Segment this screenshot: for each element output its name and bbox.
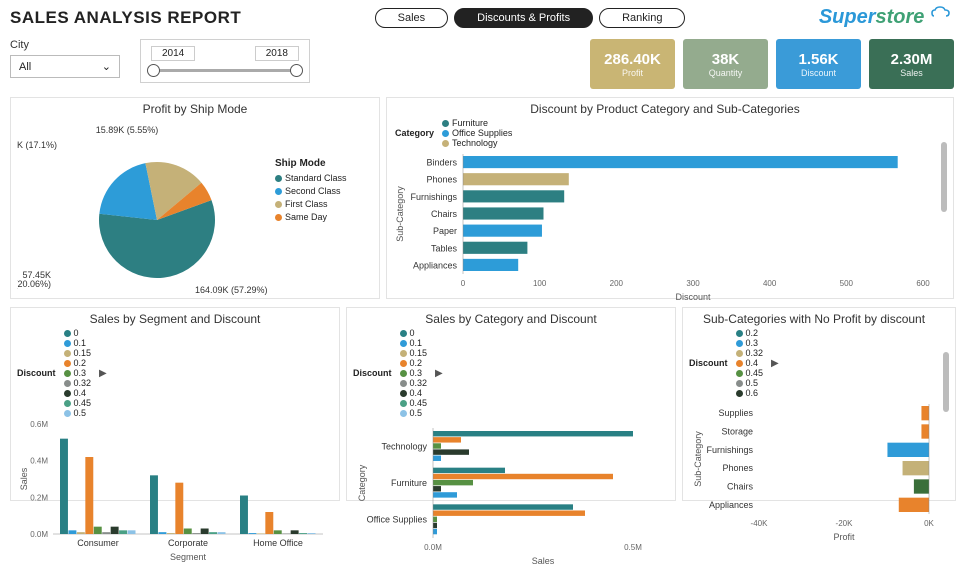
year-to: 2018 (255, 46, 299, 61)
no-profit-bar-chart[interactable]: Supplies Storage Furnishings Phones Chairs Ap… (689, 398, 939, 548)
svg-text:Sub-Category: Sub-Category (693, 431, 703, 487)
brand-logo: Superstore (819, 6, 954, 29)
svg-text:Furniture: Furniture (391, 478, 427, 488)
svg-text:Sub-Category: Sub-Category (395, 186, 405, 242)
chart-title: Sales by Segment and Discount (17, 312, 333, 326)
segment-bar-chart[interactable]: 0.0M 0.2M 0.4M 0.6M Consumer Corporate Home Of… (17, 418, 335, 568)
scrollbar[interactable] (941, 142, 947, 212)
city-dropdown[interactable]: All ⌄ (10, 55, 120, 78)
svg-text:164.09K (57.29%): 164.09K (57.29%) (195, 285, 267, 295)
card-discount-by-category: Discount by Product Category and Sub-Cat… (386, 97, 954, 299)
card-sales-by-segment: Sales by Segment and Discount Discount0 … (10, 307, 340, 501)
svg-text:300: 300 (686, 279, 700, 288)
cloud-icon (930, 6, 954, 20)
svg-text:100: 100 (533, 279, 547, 288)
svg-text:Corporate: Corporate (168, 538, 208, 548)
svg-text:200: 200 (610, 279, 624, 288)
svg-text:Sales: Sales (19, 467, 29, 490)
city-filter-label: City (10, 39, 120, 51)
svg-text:Binders: Binders (426, 158, 457, 168)
svg-text:-20K: -20K (836, 519, 854, 528)
svg-text:Paper: Paper (433, 226, 457, 236)
svg-text:0.0M: 0.0M (30, 530, 48, 539)
svg-text:15.89K (5.55%): 15.89K (5.55%) (96, 125, 159, 135)
year-slider[interactable]: 2014 2018 (140, 39, 310, 83)
legend-title: Ship Mode (275, 158, 347, 169)
svg-text:Home Office: Home Office (253, 538, 303, 548)
svg-text:Appliances: Appliances (413, 260, 458, 270)
svg-text:Discount: Discount (675, 292, 711, 302)
chart-title: Profit by Ship Mode (17, 102, 373, 116)
svg-text:0: 0 (461, 279, 466, 288)
svg-text:0.2M: 0.2M (30, 493, 48, 502)
year-from: 2014 (151, 46, 195, 61)
svg-text:Profit: Profit (833, 532, 855, 542)
tab-bar: Sales Discounts & Profits Ranking (375, 8, 686, 28)
svg-text:Phones: Phones (426, 175, 457, 185)
pie-legend: Standard ClassSecond ClassFirst ClassSam… (275, 173, 347, 222)
page-title: SALES ANALYSIS REPORT (10, 8, 241, 28)
svg-text:Supplies: Supplies (718, 408, 753, 418)
kpi-discount: 1.56KDiscount (776, 39, 861, 89)
svg-text:Chairs: Chairs (431, 209, 458, 219)
svg-text:Furnishings: Furnishings (706, 445, 753, 455)
svg-text:48.97K (17.1%): 48.97K (17.1%) (17, 140, 57, 150)
svg-text:(20.06%): (20.06%) (17, 279, 51, 289)
svg-text:Category: Category (357, 464, 367, 501)
svg-text:400: 400 (763, 279, 777, 288)
discount-bar-chart[interactable]: Binders Phones Furnishings Chairs Paper Table… (393, 152, 933, 312)
svg-text:Storage: Storage (721, 427, 753, 437)
legend-title: Category (395, 128, 434, 138)
svg-text:Consumer: Consumer (77, 538, 119, 548)
city-value: All (19, 61, 31, 73)
tab-discounts-profits[interactable]: Discounts & Profits (454, 8, 593, 28)
svg-text:Segment: Segment (170, 552, 207, 562)
scrollbar[interactable] (943, 352, 949, 412)
svg-text:-40K: -40K (751, 519, 769, 528)
chevron-down-icon: ⌄ (102, 60, 111, 73)
svg-text:0.0M: 0.0M (424, 543, 442, 552)
chart-title: Discount by Product Category and Sub-Cat… (393, 102, 937, 116)
card-sales-by-category: Sales by Category and Discount Discount0… (346, 307, 676, 501)
svg-text:0.5M: 0.5M (624, 543, 642, 552)
svg-text:Furnishings: Furnishings (410, 192, 457, 202)
tab-sales[interactable]: Sales (375, 8, 449, 28)
kpi-row: 286.40KProfit38KQuantity1.56KDiscount2.3… (590, 39, 954, 89)
city-filter: City All ⌄ (10, 39, 120, 78)
svg-text:Appliances: Appliances (709, 500, 754, 510)
chart-title: Sub-Categories with No Profit by discoun… (689, 312, 939, 326)
category-bar-chart[interactable]: Technology Furniture Office Supplies 0.0M 0.… (353, 418, 671, 568)
card-profit-by-ship-mode: Profit by Ship Mode 164.09K (57.29%)57.4… (10, 97, 380, 299)
svg-text:600: 600 (916, 279, 930, 288)
slider-knob-left[interactable] (147, 64, 160, 77)
svg-text:Office Supplies: Office Supplies (367, 515, 428, 525)
svg-text:Chairs: Chairs (727, 482, 754, 492)
svg-text:0.6M: 0.6M (30, 420, 48, 429)
kpi-quantity: 38KQuantity (683, 39, 768, 89)
kpi-sales: 2.30MSales (869, 39, 954, 89)
svg-text:0K: 0K (924, 519, 934, 528)
tab-ranking[interactable]: Ranking (599, 8, 685, 28)
svg-text:Phones: Phones (722, 463, 753, 473)
svg-text:0.4M: 0.4M (30, 457, 48, 466)
svg-text:Sales: Sales (532, 556, 555, 566)
chevron-right-icon[interactable]: ▶ (99, 368, 107, 379)
chevron-right-icon[interactable]: ▶ (771, 358, 779, 369)
slider-knob-right[interactable] (290, 64, 303, 77)
svg-text:500: 500 (840, 279, 854, 288)
svg-text:Technology: Technology (381, 441, 427, 451)
card-no-profit: Sub-Categories with No Profit by discoun… (682, 307, 956, 501)
pie-chart[interactable]: 164.09K (57.29%)57.45K(20.06%)48.97K (17… (17, 118, 267, 298)
chart-title: Sales by Category and Discount (353, 312, 669, 326)
kpi-profit: 286.40KProfit (590, 39, 675, 89)
chevron-right-icon[interactable]: ▶ (435, 368, 443, 379)
svg-text:Tables: Tables (431, 243, 458, 253)
